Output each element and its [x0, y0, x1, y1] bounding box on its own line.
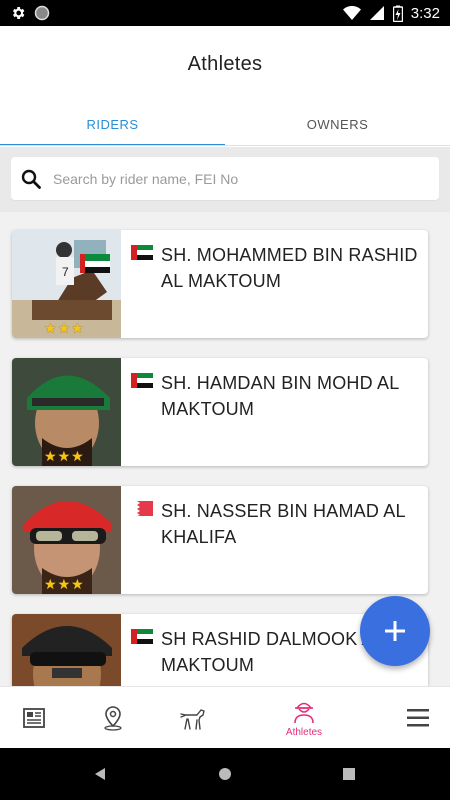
nav-athletes-label: Athletes	[285, 727, 323, 738]
rider-photo: ★ ★ ★	[12, 486, 121, 594]
star-icon: ★	[44, 576, 57, 592]
app-bar: Athletes	[0, 26, 450, 102]
nav-menu[interactable]	[398, 687, 438, 749]
page-title: Athletes	[187, 52, 263, 75]
uae-flag-icon	[131, 373, 153, 388]
rating-stars: ★ ★ ★	[44, 321, 84, 335]
plus-icon	[385, 621, 405, 641]
settings-gear-icon	[13, 7, 25, 19]
rider-card[interactable]: ★ ★ ★ SH. NASSER BIN HAMAD AL KHALIFA	[12, 486, 428, 594]
rider-card[interactable]: 7 ★ ★ ★ SH. MOHAMMED BIN RASHID AL MAKTO…	[12, 230, 428, 338]
search-input[interactable]	[53, 170, 413, 187]
rider-photo: 7 ★ ★ ★	[12, 230, 121, 338]
home-icon[interactable]	[218, 767, 232, 781]
uae-flag-icon	[131, 245, 153, 260]
bottom-nav: Athletes	[0, 686, 450, 748]
status-bar: 3:32	[0, 0, 450, 26]
nav-athletes[interactable]: Athletes	[276, 687, 332, 749]
rider-photo: ★ ★ ★	[12, 614, 121, 686]
location-pin-icon	[104, 706, 122, 731]
star-icon: ★	[71, 448, 84, 464]
rider-name: SH. HAMDAN BIN MOHD AL MAKTOUM	[161, 373, 399, 419]
news-icon	[23, 708, 45, 728]
star-icon: ★	[57, 320, 71, 336]
star-icon: ★	[44, 448, 57, 464]
system-nav-bar	[0, 748, 450, 800]
signal-icon	[369, 6, 384, 20]
tab-owners[interactable]: OWNERS	[225, 102, 450, 146]
rider-card[interactable]: ★ ★ ★ SH. HAMDAN BIN MOHD AL MAKTOUM	[12, 358, 428, 466]
uae-flag-icon	[131, 629, 153, 644]
status-time: 3:32	[410, 4, 440, 22]
star-icon: ★	[71, 576, 84, 592]
tab-divider	[0, 145, 450, 146]
nav-horses[interactable]	[170, 687, 214, 749]
tab-riders[interactable]: RIDERS	[0, 102, 225, 146]
battery-charging-icon	[392, 5, 403, 22]
nav-news[interactable]	[12, 687, 56, 749]
search-box[interactable]	[11, 157, 439, 200]
back-icon[interactable]	[93, 767, 107, 781]
star-icon: ★	[57, 448, 71, 464]
rider-name: SH. MOHAMMED BIN RASHID AL MAKTOUM	[161, 245, 418, 291]
rider-photo: ★ ★ ★	[12, 358, 121, 466]
nav-location[interactable]	[91, 687, 135, 749]
bahrain-flag-icon	[131, 501, 153, 516]
menu-icon	[407, 709, 429, 727]
wifi-icon	[342, 6, 361, 20]
star-icon: ★	[44, 320, 57, 336]
rating-stars: ★ ★ ★	[44, 449, 84, 463]
add-button[interactable]	[360, 596, 430, 666]
horse-icon	[180, 709, 205, 730]
rating-stars: ★ ★ ★	[44, 577, 84, 591]
svg-text:7: 7	[62, 265, 69, 279]
star-icon: ★	[57, 576, 71, 592]
rider-icon	[294, 702, 314, 724]
tab-bar: RIDERS OWNERS	[0, 102, 450, 146]
rider-name: SH. NASSER BIN HAMAD AL KHALIFA	[161, 501, 405, 547]
recents-icon[interactable]	[342, 767, 356, 781]
search-icon	[21, 169, 41, 189]
notification-circle-icon	[34, 5, 50, 21]
star-icon: ★	[71, 320, 84, 336]
search-area	[0, 147, 450, 212]
